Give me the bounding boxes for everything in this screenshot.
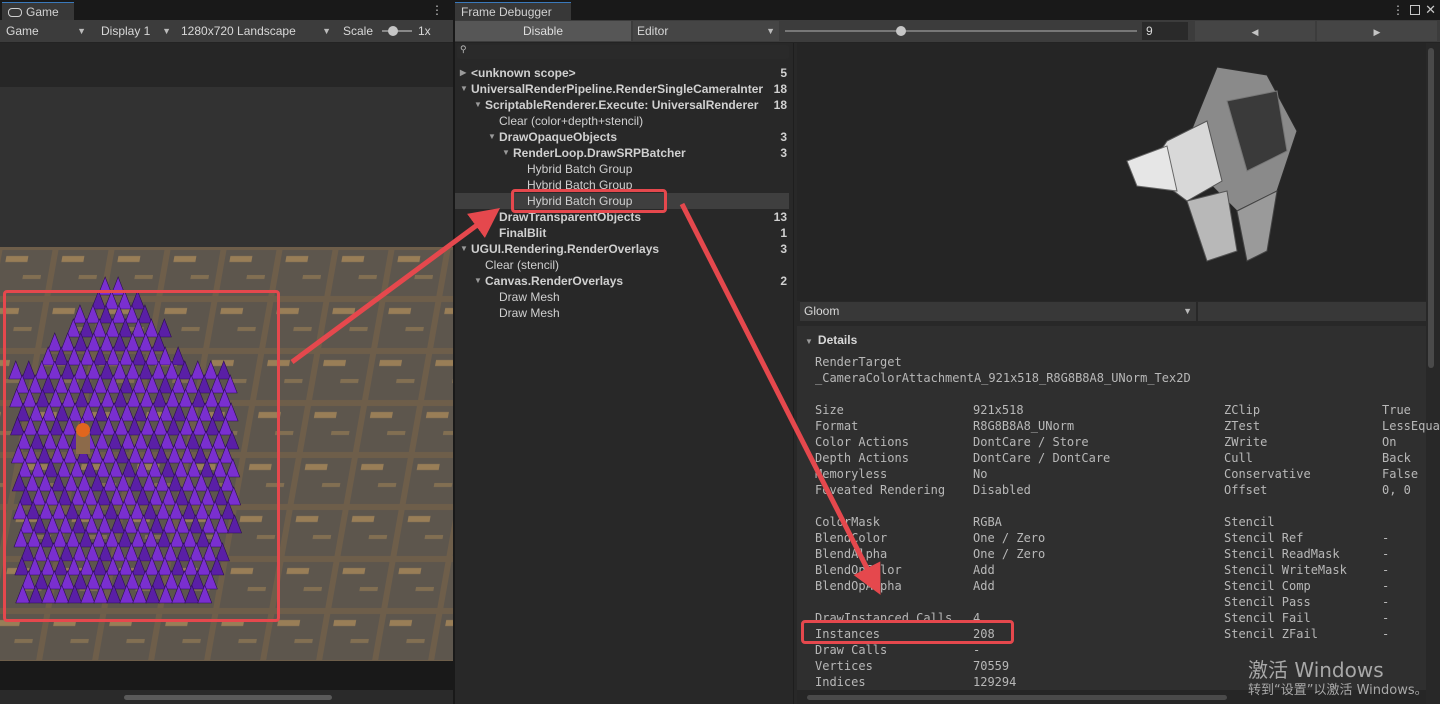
arrow-game-to-event bbox=[290, 208, 501, 365]
annotation-arrows bbox=[290, 202, 881, 595]
arrow-event-to-instances bbox=[679, 202, 881, 595]
